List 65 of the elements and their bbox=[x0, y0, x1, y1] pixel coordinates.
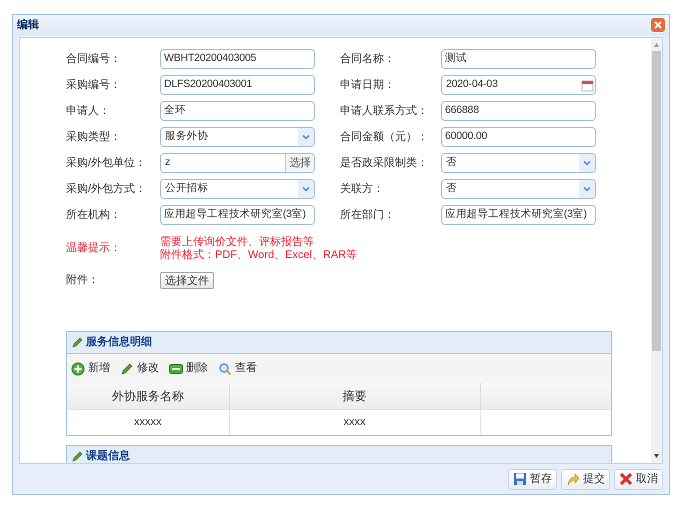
input-field[interactable]: DLFS20200403001 bbox=[160, 75, 315, 95]
notice-label: 温馨提示： bbox=[66, 241, 122, 256]
field-label: 合同名称： bbox=[340, 52, 396, 67]
arrow-icon bbox=[566, 472, 580, 486]
field-label: 申请人： bbox=[66, 104, 111, 119]
dropdown[interactable]: 服务外协 bbox=[160, 127, 315, 147]
save-button[interactable]: 暂存 bbox=[508, 468, 557, 490]
toolbar-button[interactable]: 新增 bbox=[71, 360, 110, 377]
pencil-icon bbox=[71, 450, 84, 462]
close-icon bbox=[654, 21, 662, 29]
toolbar-button[interactable]: 修改 bbox=[120, 360, 159, 377]
calendar-icon bbox=[580, 78, 594, 92]
close-icon bbox=[619, 472, 633, 486]
panel-title: 课题信息 bbox=[86, 448, 130, 463]
table-cell: xxxx bbox=[229, 409, 480, 435]
window-title: 编辑 bbox=[17, 18, 39, 33]
field-label: 合同金额（元）： bbox=[340, 130, 429, 145]
input-field[interactable]: 测试 bbox=[441, 49, 596, 69]
chevron-down-icon bbox=[301, 132, 311, 142]
dropdown[interactable]: 否 bbox=[441, 179, 596, 199]
choose-file-button[interactable]: 选择文件 bbox=[160, 272, 214, 289]
notice-text: 附件格式：PDF、Word、Excel、RAR等 bbox=[160, 249, 358, 262]
notice-text: 需要上传询价文件、评标报告等 bbox=[160, 236, 315, 249]
toolbar-button[interactable]: 查看 bbox=[218, 360, 257, 377]
field-label: 采购/外包方式： bbox=[66, 182, 148, 197]
pencil-icon bbox=[71, 336, 84, 349]
field-label: 申请人联系方式： bbox=[340, 104, 429, 119]
submit-button[interactable]: 提交 bbox=[561, 468, 610, 490]
field-label: 申请日期： bbox=[340, 78, 396, 93]
input-field[interactable]: 应用超导工程技术研究室(3室) bbox=[441, 205, 596, 225]
pencil-icon bbox=[120, 362, 134, 376]
search-icon bbox=[218, 362, 232, 376]
close-button[interactable] bbox=[651, 18, 665, 32]
input-field[interactable]: WBHT20200403005 bbox=[160, 49, 315, 69]
scroll-up-icon[interactable] bbox=[653, 41, 660, 49]
field-label: 采购类型： bbox=[66, 130, 122, 145]
column-header[interactable]: 摘要 bbox=[229, 383, 480, 409]
field-label: 所在部门： bbox=[340, 208, 396, 223]
plus-icon bbox=[71, 362, 85, 376]
chevron-down-icon bbox=[582, 158, 592, 168]
date-field[interactable]: 2020-04-03 bbox=[441, 75, 596, 95]
table-cell: xxxxx bbox=[67, 409, 229, 435]
field-label: 采购/外包单位： bbox=[66, 156, 148, 171]
input-field[interactable]: 60000.00 bbox=[441, 127, 596, 147]
cancel-button[interactable]: 取消 bbox=[614, 468, 663, 490]
scrollbar[interactable] bbox=[651, 38, 662, 463]
input-field[interactable]: 应用超导工程技术研究室(3室) bbox=[160, 205, 315, 225]
field-label: 所在机构： bbox=[66, 208, 122, 223]
field-label: 附件： bbox=[66, 273, 100, 288]
input-field[interactable]: 666888 bbox=[441, 101, 596, 121]
chevron-down-icon bbox=[582, 184, 592, 194]
column-header[interactable]: 外协服务名称 bbox=[67, 383, 229, 409]
dropdown[interactable]: 否 bbox=[441, 153, 596, 173]
field-label: 采购编号： bbox=[66, 78, 122, 93]
field-label: 是否政采限制类： bbox=[340, 156, 429, 171]
field-label: 合同编号： bbox=[66, 52, 122, 67]
panel-title: 服务信息明细 bbox=[86, 334, 152, 350]
input-field[interactable]: 全环 bbox=[160, 101, 315, 121]
chevron-down-icon bbox=[301, 184, 311, 194]
field-label: 关联方： bbox=[340, 182, 385, 197]
toolbar-button[interactable]: 删除 bbox=[169, 360, 208, 377]
dropdown[interactable]: 公开招标 bbox=[160, 179, 315, 199]
scroll-down-icon[interactable] bbox=[653, 452, 660, 460]
scrollbar-thumb[interactable] bbox=[652, 51, 661, 351]
minus-icon bbox=[169, 364, 183, 374]
